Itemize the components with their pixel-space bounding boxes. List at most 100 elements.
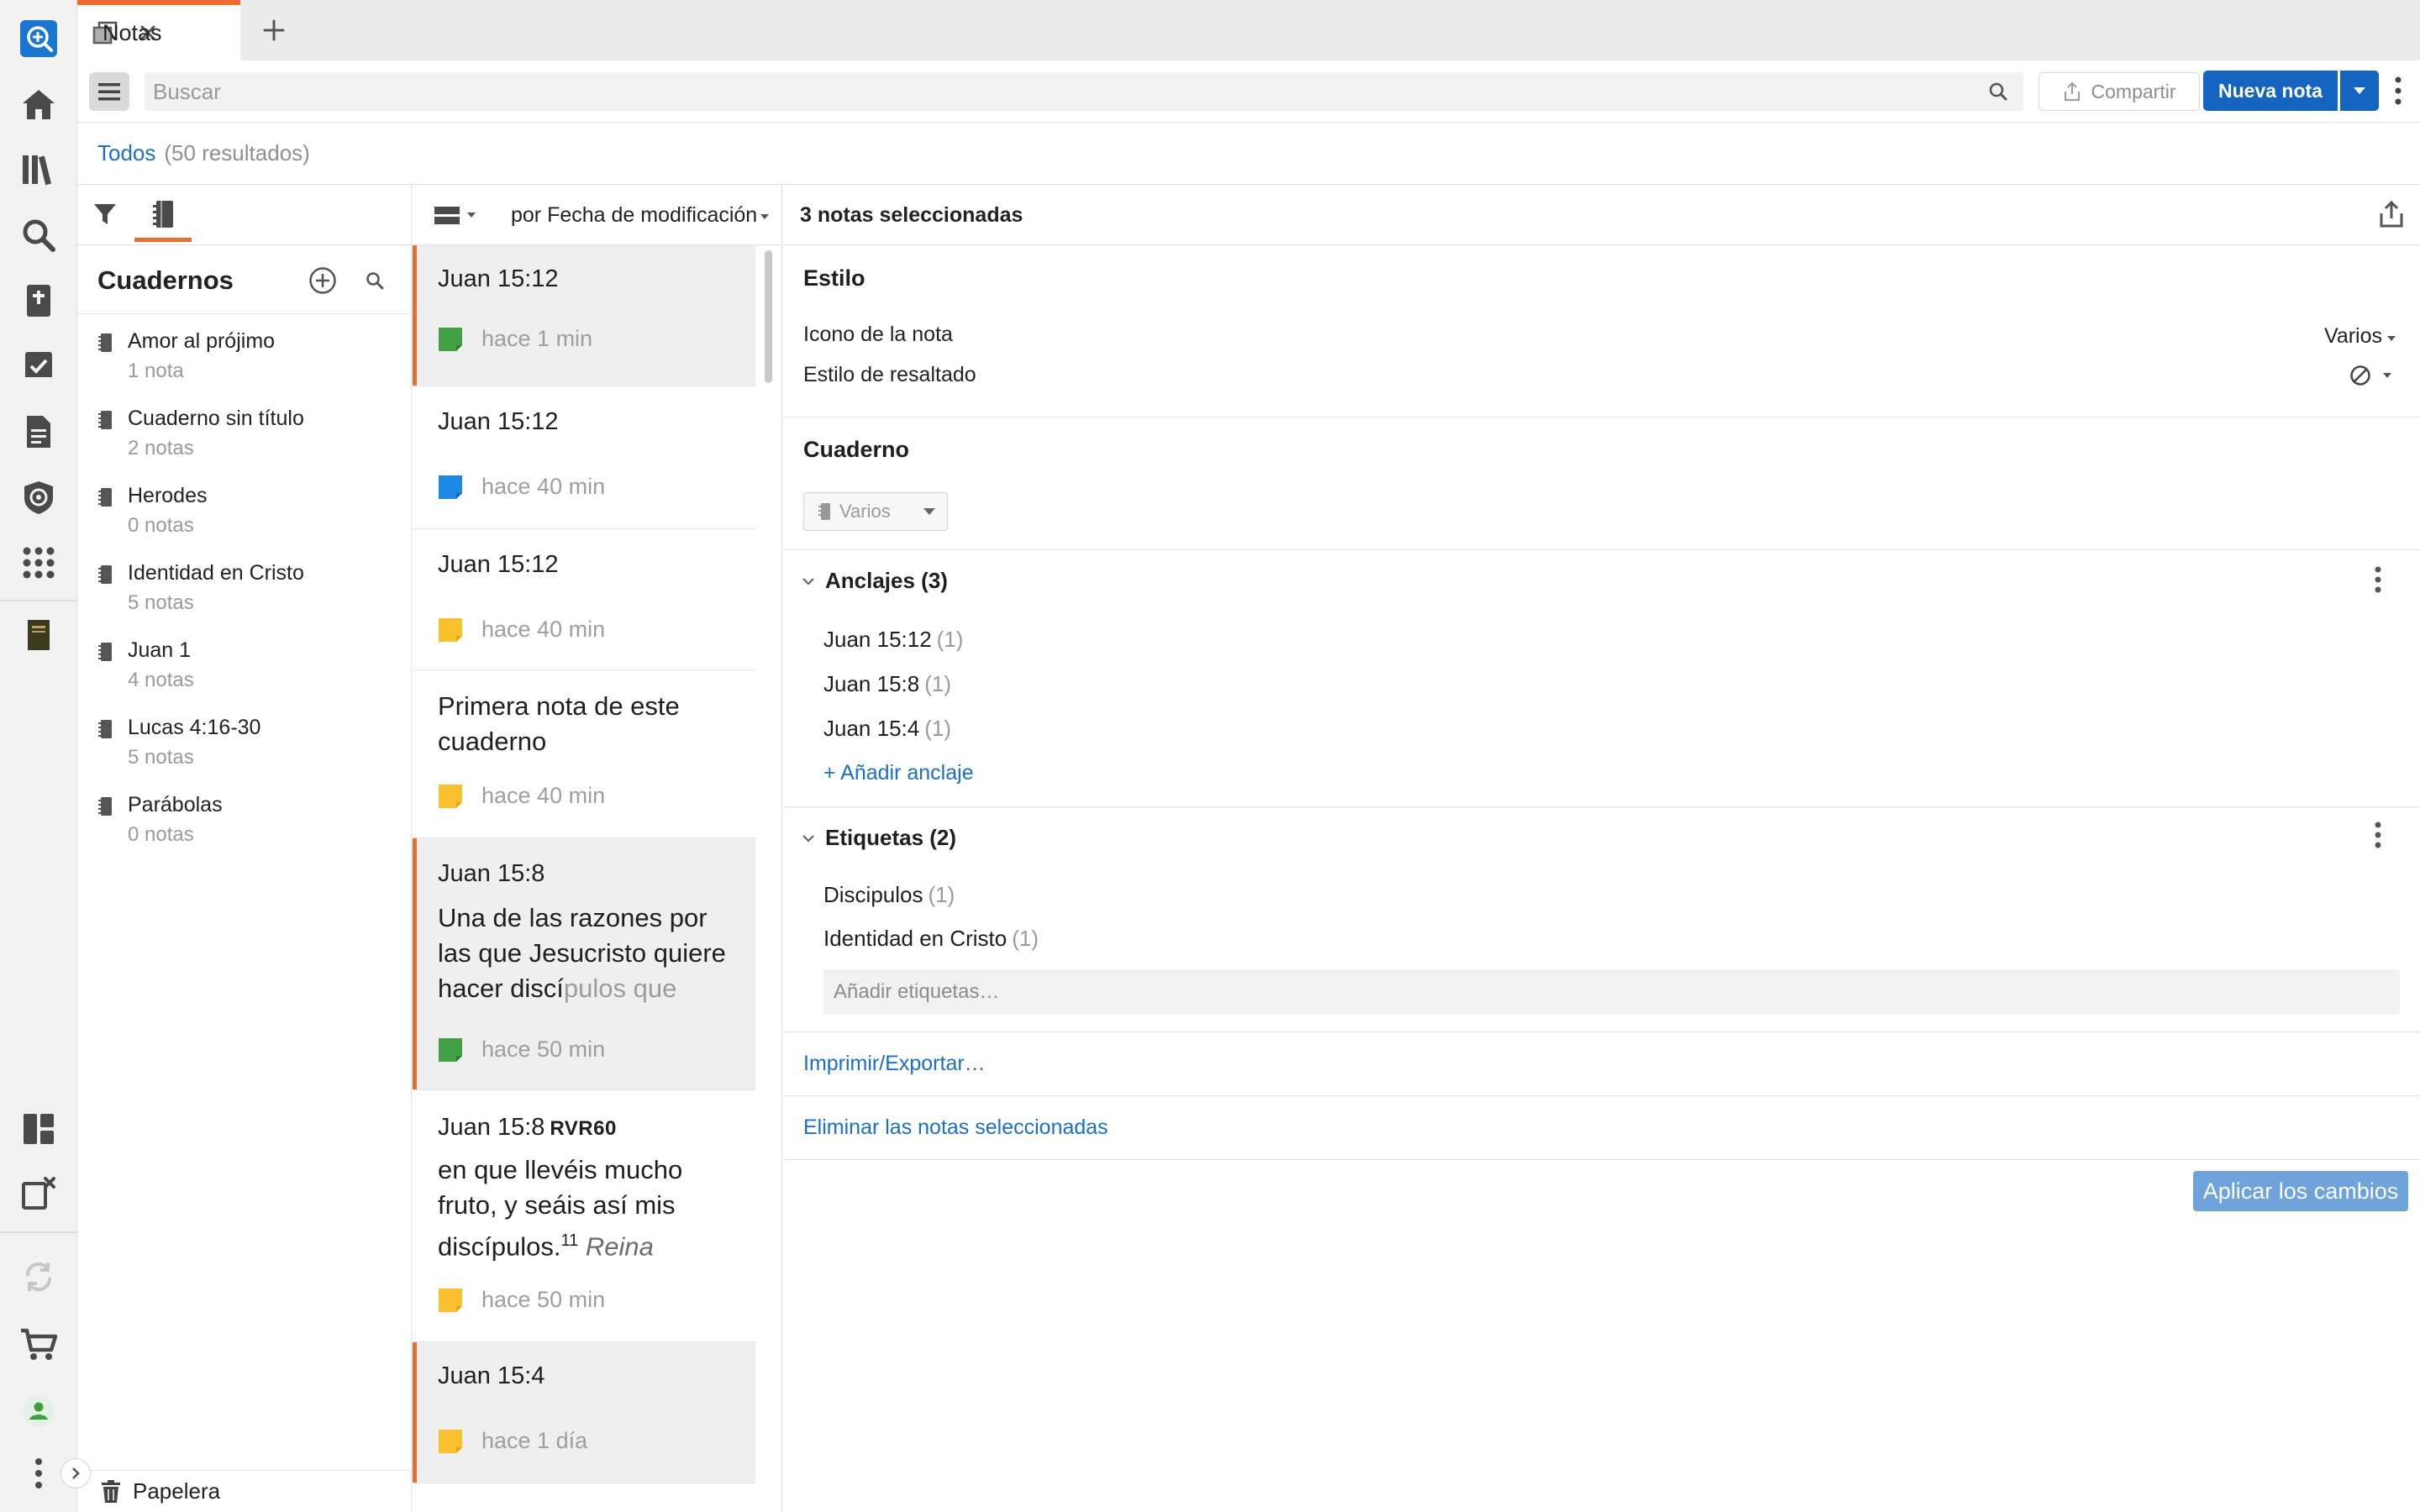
more-vertical-icon[interactable]	[18, 1453, 59, 1494]
tab-filter[interactable]	[87, 195, 123, 234]
notes-list-scrollbar[interactable]	[765, 250, 772, 383]
note-card[interactable]: Juan 15:12 hace 40 min	[413, 386, 755, 529]
trash-icon	[101, 1479, 121, 1504]
layout-icon[interactable]	[18, 1109, 59, 1149]
anchors-section-title: Anclajes (3)	[825, 568, 948, 593]
home-icon[interactable]	[18, 84, 59, 124]
book-cover-icon[interactable]	[18, 615, 59, 655]
view-mode-button[interactable]	[434, 200, 479, 230]
notebook-item[interactable]: Identidad en Cristo 5 notas	[77, 554, 410, 632]
document-icon[interactable]	[18, 412, 59, 452]
notebooks-title: Cuadernos	[97, 265, 234, 295]
notebook-item[interactable]: Cuaderno sin título 2 notas	[77, 400, 410, 477]
note-card[interactable]: Juan 15:8 Una de las razones por las que…	[413, 838, 755, 1090]
note-card[interactable]: Primera nota de este cuaderno hace 40 mi…	[413, 670, 755, 838]
anchor-row[interactable]: Juan 15:4 (1)	[823, 716, 951, 742]
search-input[interactable]	[153, 78, 1960, 105]
notebook-icon	[97, 796, 113, 816]
notebook-item[interactable]: Herodes 0 notas	[77, 477, 410, 554]
anchors-more-button[interactable]	[2370, 563, 2386, 596]
print-export-link[interactable]: Imprimir/Exportar…	[803, 1052, 986, 1076]
notebook-icon	[97, 333, 113, 353]
notebook-icon	[152, 200, 174, 228]
notebook-item[interactable]: Parábolas 0 notas	[77, 786, 410, 864]
notebook-count: 5 notas	[128, 591, 194, 614]
add-tags-input[interactable]	[823, 969, 2400, 1015]
highlight-style-dropdown[interactable]	[2349, 365, 2391, 386]
notebook-count: 1 nota	[128, 360, 184, 382]
chevron-down-icon	[802, 834, 815, 843]
note-modified-time: hace 50 min	[481, 1287, 606, 1312]
search-icon[interactable]	[1988, 81, 2008, 102]
notebook-item[interactable]: Lucas 4:16-30 5 notas	[77, 709, 410, 786]
add-notebook-button[interactable]	[306, 264, 339, 297]
bible-icon[interactable]	[18, 281, 59, 321]
notebook-icon	[97, 410, 113, 430]
anchors-section-toggle[interactable]: Anclajes (3)	[802, 568, 948, 594]
cart-icon[interactable]	[18, 1324, 59, 1364]
notebook-name: Lucas 4:16-30	[128, 716, 261, 739]
tags-more-button[interactable]	[2370, 818, 2386, 852]
new-note-button[interactable]: Nueva nota	[2203, 71, 2338, 111]
note-flag-icon	[438, 475, 463, 500]
add-circle-icon	[308, 266, 337, 295]
bible-version: RVR60	[550, 1117, 617, 1140]
note-detail-panel	[783, 185, 2420, 1512]
note-flag-icon	[438, 1288, 463, 1313]
apply-changes-button[interactable]: Aplicar los cambios	[2193, 1171, 2408, 1211]
notebook-item[interactable]: Juan 1 4 notas	[77, 632, 410, 709]
note-card[interactable]: Juan 15:4 hace 1 día	[413, 1342, 755, 1483]
search-icon[interactable]	[18, 215, 59, 255]
sync-icon[interactable]	[18, 1257, 59, 1297]
note-icon-value: Varios	[2324, 324, 2383, 348]
apps-grid-icon[interactable]	[18, 543, 59, 583]
library-icon[interactable]	[18, 150, 59, 190]
new-tab-button[interactable]	[255, 12, 292, 49]
filter-all-link[interactable]: Todos	[97, 140, 155, 166]
notebook-name: Herodes	[128, 484, 208, 507]
notebook-icon	[97, 487, 113, 507]
checklist-icon[interactable]	[18, 346, 59, 386]
share-label: Compartir	[2091, 80, 2176, 102]
tag-row[interactable]: Identidad en Cristo (1)	[823, 926, 1039, 952]
menu-button[interactable]	[89, 72, 129, 111]
caret-down-icon	[2353, 87, 2366, 95]
export-button[interactable]	[2375, 197, 2408, 232]
anchor-count: (1)	[924, 716, 951, 741]
notebook-count: 0 notas	[128, 823, 194, 846]
tags-section-toggle[interactable]: Etiquetas (2)	[802, 825, 956, 851]
sort-dropdown[interactable]: por Fecha de modificación	[511, 198, 770, 232]
tag-row[interactable]: Discipulos (1)	[823, 882, 955, 908]
chevron-down-icon	[802, 577, 815, 585]
share-button[interactable]: Compartir	[2039, 72, 2200, 111]
more-options-button[interactable]	[2388, 74, 2408, 108]
trash-item[interactable]: Papelera	[77, 1470, 412, 1512]
note-flag-icon	[438, 1429, 463, 1454]
user-avatar-icon[interactable]	[18, 1391, 59, 1431]
anchor-row[interactable]: Juan 15:8 (1)	[823, 671, 951, 697]
tag-count: (1)	[928, 882, 955, 907]
anchor-row[interactable]: Juan 15:12 (1)	[823, 627, 963, 653]
note-card[interactable]: Juan 15:12 hace 40 min	[413, 529, 755, 670]
app-rail	[0, 0, 77, 1512]
note-reference: Juan 15:12	[438, 551, 559, 578]
note-card[interactable]: Juan 15:12 hace 1 min	[413, 245, 755, 386]
notebook-item[interactable]: Amor al prójimo 1 nota	[77, 323, 410, 400]
note-card[interactable]: Juan 15:8 RVR60 en que llevéis mucho frut…	[413, 1090, 755, 1342]
new-note-dropdown-button[interactable]	[2340, 71, 2379, 111]
atlas-icon[interactable]	[18, 477, 59, 517]
close-panels-icon[interactable]	[18, 1173, 59, 1213]
search-notebooks-button[interactable]	[360, 265, 390, 296]
share-icon	[2063, 81, 2081, 102]
tab-notas[interactable]: Notas	[77, 0, 240, 60]
collapse-rail-button[interactable]	[60, 1458, 91, 1488]
more-vertical-icon	[2375, 822, 2381, 848]
result-count: (50 resultados)	[164, 140, 310, 165]
delete-selected-link[interactable]: Eliminar las notas seleccionadas	[803, 1116, 1108, 1140]
add-anchor-link[interactable]: + Añadir anclaje	[823, 761, 974, 785]
tab-notebooks[interactable]	[134, 190, 192, 242]
notebook-select[interactable]: Varios	[803, 492, 948, 531]
note-title: Primera nota de este cuaderno	[438, 691, 680, 756]
note-icon-dropdown[interactable]: Varios	[2324, 324, 2396, 349]
logos-app-icon[interactable]	[18, 18, 59, 59]
